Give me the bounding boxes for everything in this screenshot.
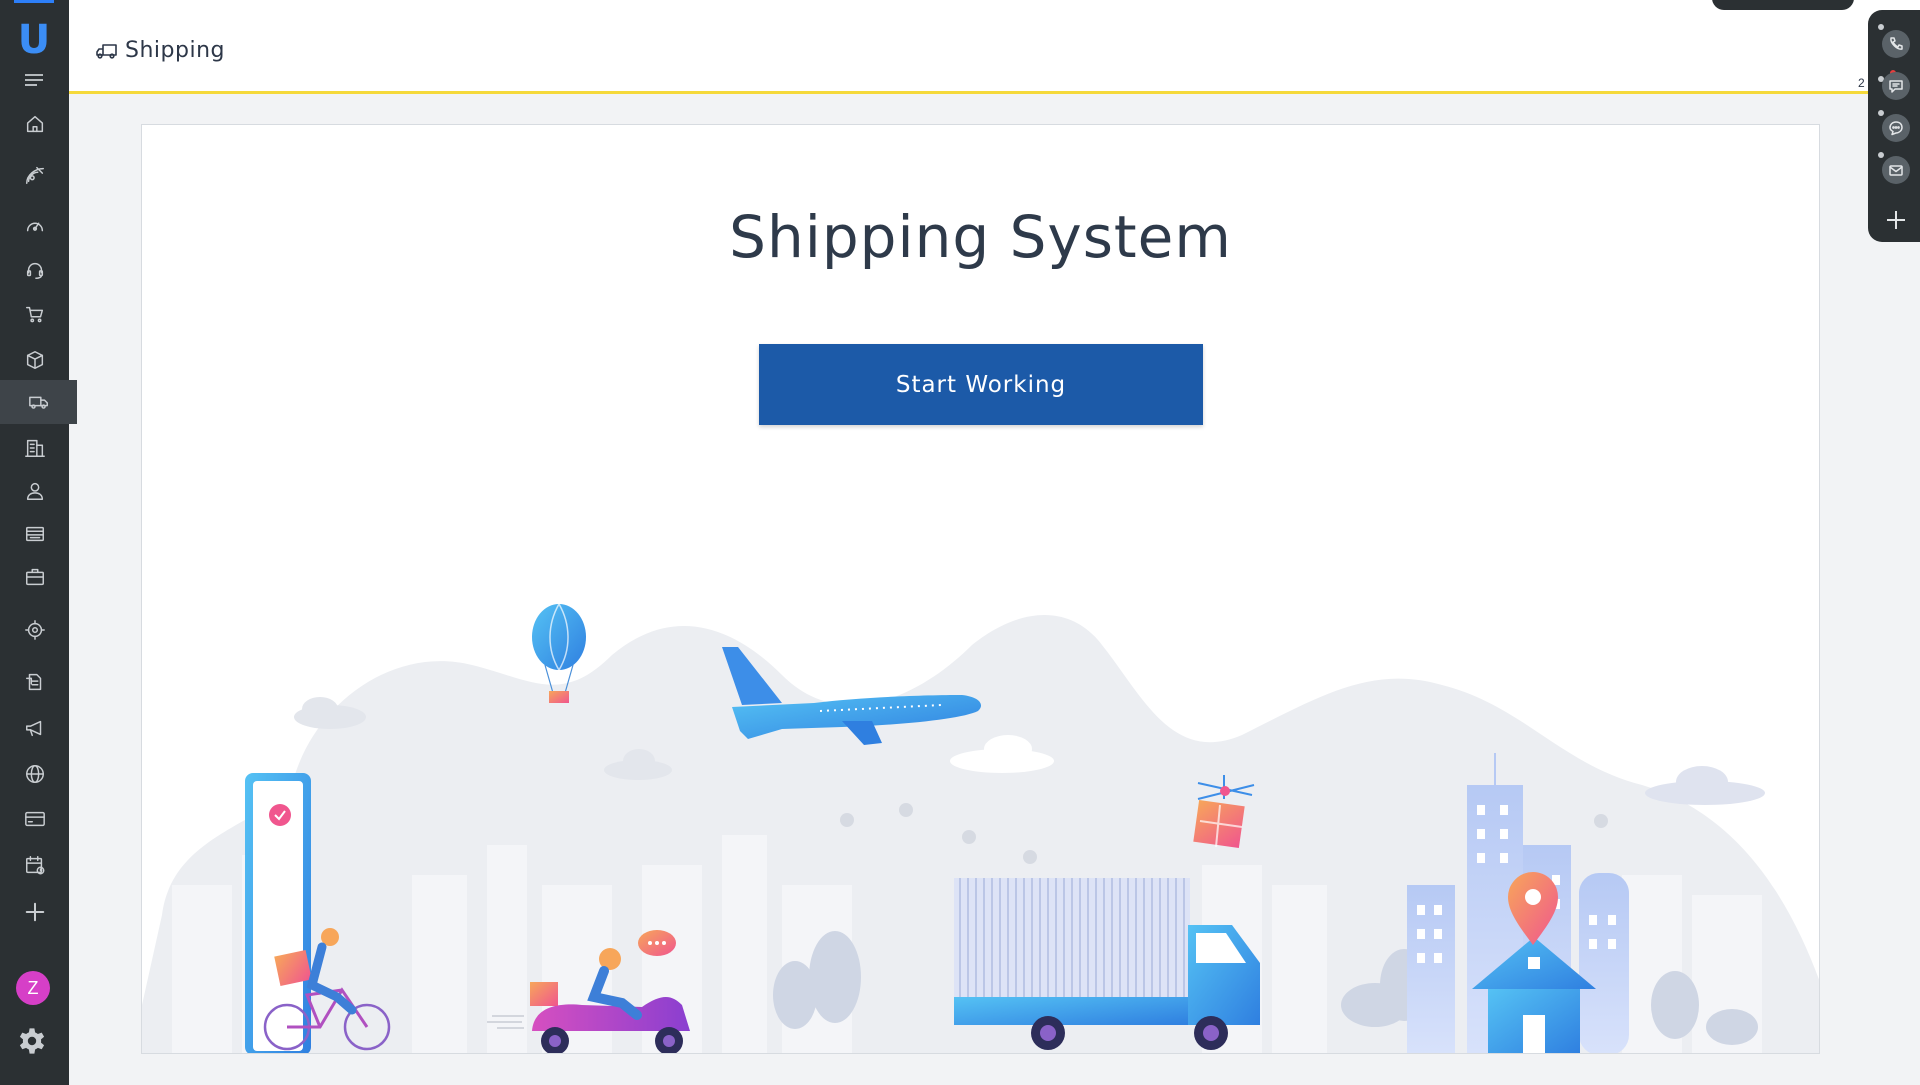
sidebar-item-list[interactable] <box>0 512 69 556</box>
sidebar-item-contacts[interactable] <box>0 469 69 513</box>
status-dot <box>1878 110 1884 116</box>
globe-icon <box>25 765 44 783</box>
sidebar-item-add[interactable] <box>0 890 69 934</box>
headset-icon <box>26 262 43 279</box>
cart-icon <box>25 306 43 323</box>
sidebar-item-tasks[interactable] <box>0 660 69 704</box>
message-icon <box>1889 121 1903 136</box>
credit-card-icon <box>24 811 45 827</box>
megaphone-icon <box>25 720 41 737</box>
calendar-icon <box>25 856 44 875</box>
status-dot <box>1878 24 1884 30</box>
sidebar-item-products[interactable] <box>0 338 69 382</box>
message-button[interactable] <box>1882 114 1910 142</box>
chat-badge-count: 2 <box>1858 76 1865 90</box>
shipping-illustration <box>142 603 1819 1053</box>
sidebar-item-billing[interactable] <box>0 797 69 841</box>
mail-button[interactable] <box>1882 156 1910 184</box>
sidebar-item-sun[interactable] <box>0 608 69 652</box>
sidebar-item-dashboard[interactable] <box>0 204 69 248</box>
box-icon <box>26 351 43 369</box>
gauge-icon <box>26 222 43 232</box>
welcome-card: Shipping System Start Working <box>141 124 1820 1054</box>
menu-icon[interactable] <box>24 72 44 88</box>
building-icon <box>24 439 45 457</box>
status-dot <box>1878 152 1884 158</box>
right-toolbar: 2 <box>1858 10 1920 242</box>
breadcrumb: Shipping <box>95 38 225 63</box>
sidebar-item-campaigns[interactable] <box>0 706 69 750</box>
list-icon <box>25 526 44 542</box>
logo-accent-bar <box>14 0 54 3</box>
briefcase-icon <box>25 568 44 586</box>
sidebar-item-buildings[interactable] <box>0 426 69 470</box>
sun-target-icon <box>24 620 45 640</box>
phone-icon <box>1890 37 1903 50</box>
clipboard-icon <box>25 673 41 691</box>
plus-icon <box>25 902 44 922</box>
sidebar: U Z <box>0 0 77 1085</box>
chat-icon <box>1889 80 1903 93</box>
truck-icon <box>96 43 117 59</box>
app-logo[interactable]: U <box>14 18 54 62</box>
top-toolbar-tab[interactable] <box>1712 0 1854 10</box>
user-avatar[interactable]: Z <box>16 971 50 1005</box>
user-icon <box>26 482 43 500</box>
sidebar-item-support[interactable] <box>0 248 69 292</box>
mail-icon <box>1889 165 1903 176</box>
sidebar-item-projects[interactable] <box>0 555 69 599</box>
gear-icon[interactable] <box>16 1025 48 1057</box>
sidebar-item-home[interactable] <box>0 102 69 146</box>
home-icon <box>26 115 43 133</box>
page-heading: Shipping System <box>729 203 1232 271</box>
plus-icon <box>1887 211 1905 229</box>
satellite-icon <box>25 166 44 184</box>
truck-icon <box>28 396 48 409</box>
chat-button[interactable] <box>1882 72 1910 100</box>
sidebar-item-shipping[interactable] <box>0 380 77 424</box>
add-channel-button[interactable] <box>1882 206 1910 234</box>
page-header: Shipping <box>69 0 1920 94</box>
page-title: Shipping <box>125 38 225 63</box>
sidebar-item-cart[interactable] <box>0 292 69 336</box>
sidebar-item-calendar[interactable] <box>0 843 69 887</box>
start-working-button[interactable]: Start Working <box>759 344 1203 425</box>
sidebar-item-satellite[interactable] <box>0 153 69 197</box>
phone-screen <box>245 773 311 1053</box>
phone-button[interactable] <box>1882 30 1910 58</box>
sidebar-item-web[interactable] <box>0 752 69 796</box>
